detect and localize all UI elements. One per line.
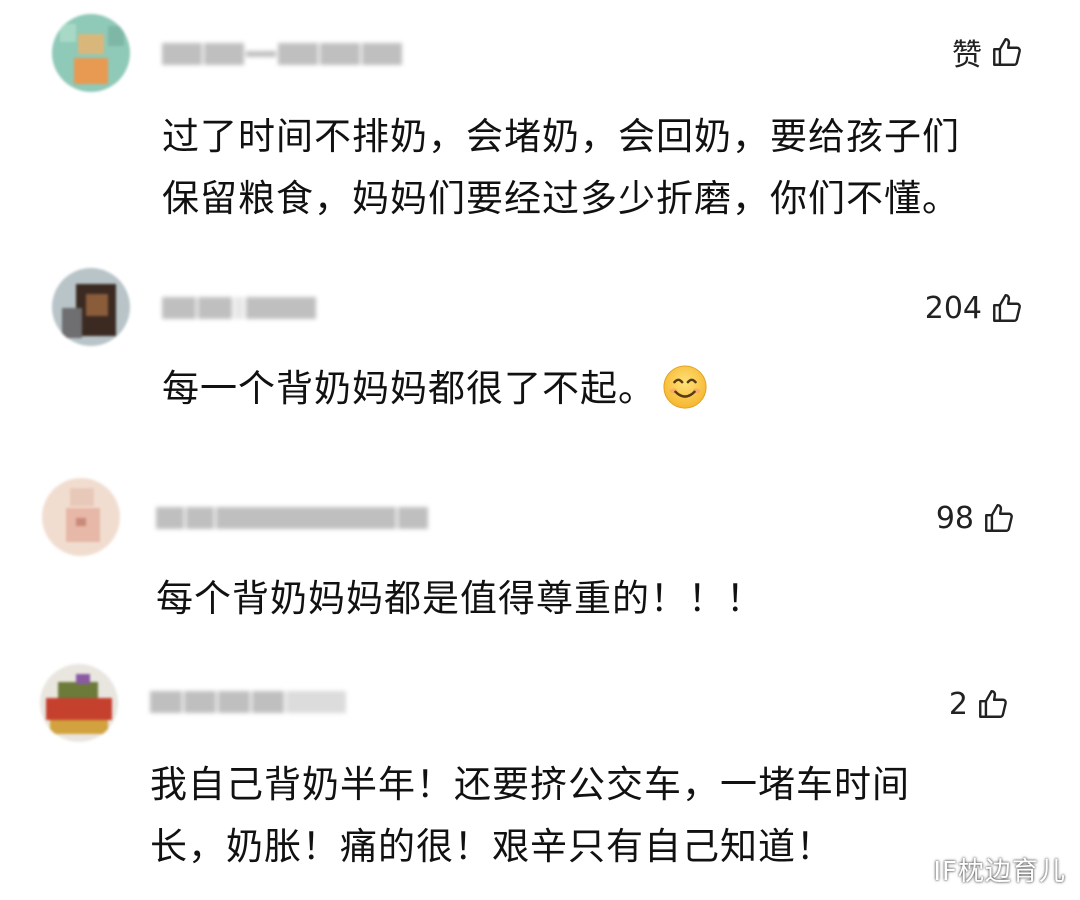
user-avatar[interactable] — [40, 664, 118, 742]
thumbs-up-icon — [979, 690, 1007, 718]
comment-line: 我自己背奶半年！还要挤公交车，一堵车时间 — [150, 763, 910, 806]
like-button[interactable]: 2 — [949, 682, 1010, 726]
comment-text: 我自己背奶半年！还要挤公交车，一堵车时间 长，奶胀！痛的很！艰辛只有自己知道！ — [150, 754, 910, 878]
username-blurred[interactable] — [150, 688, 346, 716]
watermark-text: IF枕边育儿 — [933, 857, 1066, 887]
like-count: 2 — [948, 686, 968, 722]
comment-line: 长，奶胀！痛的很！艰辛只有自己知道！ — [150, 825, 834, 868]
comment-list: 赞 过了时间不排奶，会堵奶，会回奶，要给孩子们 保留粮食，妈妈们要经过多少折磨，… — [0, 0, 1080, 900]
comment-item: 2 我自己背奶半年！还要挤公交车，一堵车时间 长，奶胀！痛的很！艰辛只有自己知道… — [0, 0, 1080, 900]
